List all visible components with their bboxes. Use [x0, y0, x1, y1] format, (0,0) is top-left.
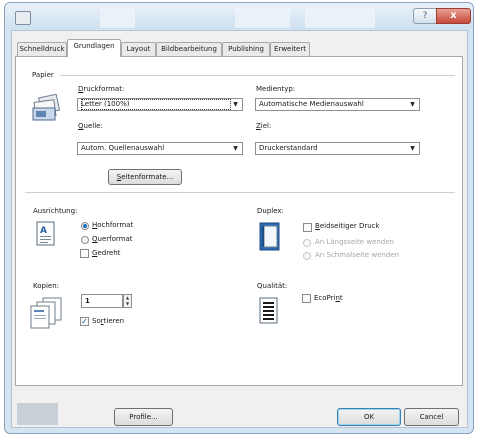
ecoprint-label[interactable]: EcoPrint: [314, 294, 343, 302]
qualitaet-label: Qualität:: [257, 282, 288, 290]
druckformat-select[interactable]: Letter (100%) ▼: [77, 98, 243, 111]
title-glass-deco: [100, 8, 135, 28]
placeholder-block: [17, 403, 58, 425]
spin-down-icon[interactable]: ▼: [124, 301, 131, 307]
dropdown-arrow-icon: ▼: [233, 101, 238, 108]
dropdown-arrow-icon: ▼: [233, 145, 238, 152]
dropdown-arrow-icon: ▼: [410, 145, 415, 152]
schmalseite-radio[interactable]: [303, 252, 311, 260]
help-button[interactable]: ?: [413, 8, 437, 24]
medientyp-label: Medientyp:: [256, 85, 296, 93]
section-separator: [25, 192, 455, 193]
title-bar[interactable]: [5, 3, 473, 29]
duplex-label: Duplex:: [257, 207, 284, 215]
ecoprint-checkbox[interactable]: [302, 294, 311, 303]
ok-button[interactable]: OK: [337, 408, 401, 426]
tab-layout[interactable]: Layout: [121, 42, 156, 56]
dropdown-arrow-icon: ▼: [410, 101, 415, 108]
tab-erweitert[interactable]: Erweitert: [270, 42, 310, 56]
quelle-value: Autom. Quellenauswahl: [81, 144, 165, 152]
papier-separator: [60, 75, 455, 76]
druckformat-value: Letter (100%): [81, 99, 231, 110]
querformat-radio[interactable]: [81, 236, 89, 244]
tab-publishing[interactable]: Publishing: [222, 42, 270, 56]
querformat-label[interactable]: Querformat: [92, 235, 133, 243]
close-button[interactable]: x: [436, 8, 471, 24]
medientyp-select[interactable]: Automatische Medienauswahl ▼: [255, 98, 420, 111]
ziel-value: Druckerstandard: [259, 144, 318, 152]
beidseitiger-druck-label[interactable]: Beidseitiger Druck: [315, 222, 380, 230]
papier-heading: Papier: [32, 71, 54, 79]
laengsseite-radio[interactable]: [303, 239, 311, 247]
schmalseite-label[interactable]: An Schmalseite wenden: [315, 251, 399, 259]
druckformat-label: Druckformat:: [78, 85, 125, 93]
sortieren-checkbox[interactable]: ✓: [80, 317, 89, 326]
tab-bildbearbeitung[interactable]: Bildbearbeitung: [156, 42, 222, 56]
checkmark-icon: ✓: [81, 317, 88, 326]
tab-schnelldruck[interactable]: Schnelldruck: [17, 42, 67, 56]
quelle-select[interactable]: Autom. Quellenauswahl ▼: [77, 142, 243, 155]
paper-stack-icon: [32, 94, 61, 121]
title-glass-deco: [305, 8, 375, 28]
ausrichtung-label: Ausrichtung:: [33, 207, 78, 215]
medientyp-value: Automatische Medienauswahl: [259, 100, 364, 108]
cancel-button[interactable]: Cancel: [404, 408, 459, 426]
hochformat-label[interactable]: Hochformat: [92, 221, 133, 229]
profile-button[interactable]: Profile...: [114, 408, 173, 426]
printer-app-icon: [15, 11, 31, 25]
copies-stack-icon: [30, 297, 62, 329]
seitenformate-button[interactable]: Seitenformate...: [108, 169, 182, 185]
gedreht-checkbox[interactable]: [80, 249, 89, 258]
svg-text:A: A: [40, 226, 47, 236]
quelle-label: Quelle:: [78, 122, 103, 130]
portrait-orientation-icon: A: [36, 221, 55, 246]
gedreht-label[interactable]: Gedreht: [92, 249, 120, 257]
kopien-input[interactable]: 1: [81, 294, 123, 308]
beidseitiger-druck-checkbox[interactable]: [303, 223, 312, 232]
kopien-value: 1: [85, 297, 90, 305]
duplex-book-icon: [259, 222, 280, 251]
hochformat-radio[interactable]: [81, 222, 89, 230]
tab-grundlagen[interactable]: Grundlagen: [67, 39, 121, 57]
ziel-label: Ziel:: [256, 122, 272, 130]
kopien-spinner[interactable]: ▲ ▼: [123, 294, 132, 308]
sortieren-label[interactable]: Sortieren: [92, 317, 124, 325]
title-glass-deco: [235, 8, 290, 28]
ziel-select[interactable]: Druckerstandard ▼: [255, 142, 420, 155]
print-quality-icon: [259, 297, 278, 324]
kopien-label: Kopien:: [33, 282, 60, 290]
laengsseite-label[interactable]: An Längsseite wenden: [315, 238, 394, 246]
